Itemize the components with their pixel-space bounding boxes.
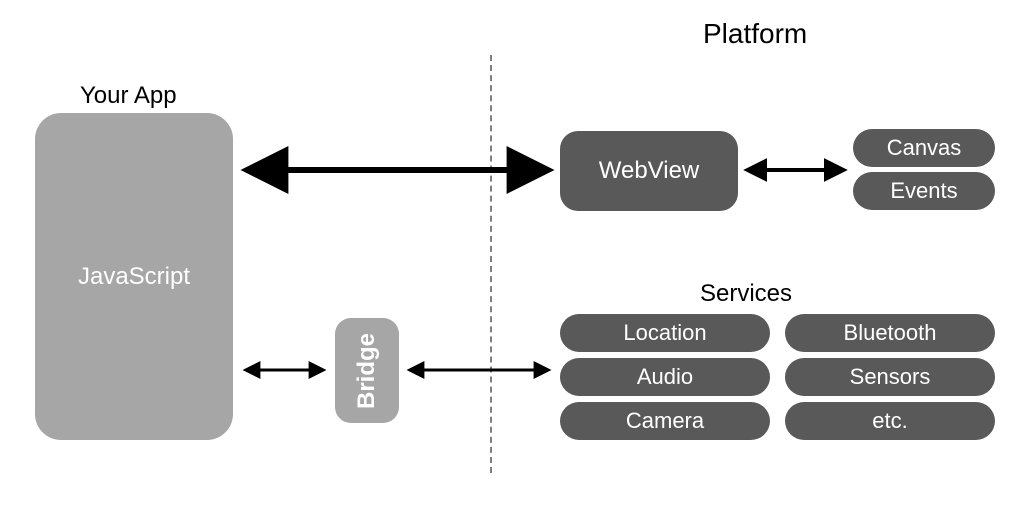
webview-node: WebView <box>560 131 738 211</box>
location-label: Location <box>623 320 706 346</box>
javascript-node: JavaScript <box>35 113 233 440</box>
events-label: Events <box>890 178 957 204</box>
etc-pill: etc. <box>785 402 995 440</box>
architecture-diagram: Your App Platform Services JavaScript Br… <box>0 0 1024 508</box>
camera-label: Camera <box>626 408 704 434</box>
bluetooth-label: Bluetooth <box>844 320 937 346</box>
your-app-heading: Your App <box>80 82 177 110</box>
javascript-label: JavaScript <box>78 263 190 291</box>
sensors-label: Sensors <box>850 364 931 390</box>
divider-line <box>490 55 492 473</box>
platform-heading: Platform <box>703 18 807 50</box>
bridge-label: Bridge <box>353 332 381 408</box>
events-pill: Events <box>853 172 995 210</box>
canvas-pill: Canvas <box>853 129 995 167</box>
bridge-node: Bridge <box>335 318 399 423</box>
sensors-pill: Sensors <box>785 358 995 396</box>
camera-pill: Camera <box>560 402 770 440</box>
audio-label: Audio <box>637 364 693 390</box>
audio-pill: Audio <box>560 358 770 396</box>
location-pill: Location <box>560 314 770 352</box>
webview-label: WebView <box>599 157 700 185</box>
etc-label: etc. <box>872 408 907 434</box>
canvas-label: Canvas <box>887 135 962 161</box>
bluetooth-pill: Bluetooth <box>785 314 995 352</box>
services-heading: Services <box>700 280 792 308</box>
